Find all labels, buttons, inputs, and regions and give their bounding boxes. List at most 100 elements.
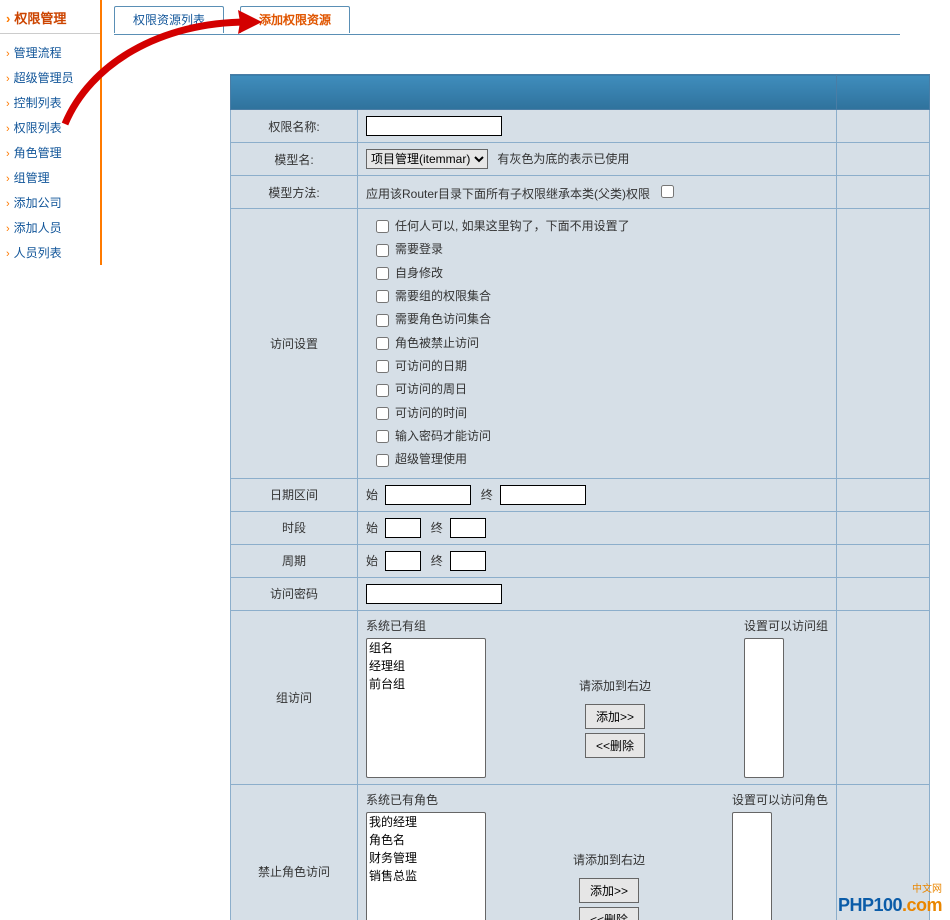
access-option-checkbox[interactable]: [376, 337, 389, 350]
cycle-start-input[interactable]: [385, 551, 421, 571]
access-option: 可访问的周日: [372, 378, 828, 401]
sidebar-item-process[interactable]: ›管理流程: [6, 40, 100, 65]
label-model-name: 模型名:: [274, 153, 313, 167]
group-selected-listbox[interactable]: [744, 638, 784, 778]
sidebar-link[interactable]: 添加公司: [14, 196, 62, 210]
chevron-right-icon: ›: [6, 198, 10, 210]
tab-add-resource[interactable]: 添加权限资源: [240, 6, 350, 33]
date-end-input[interactable]: [500, 485, 586, 505]
sidebar-link[interactable]: 控制列表: [14, 96, 62, 110]
access-option-label: 超级管理使用: [395, 452, 467, 466]
sidebar-item-superadmin[interactable]: ›超级管理员: [6, 65, 100, 90]
access-option-checkbox[interactable]: [376, 407, 389, 420]
model-method-checkbox[interactable]: [661, 185, 674, 198]
role-hint: 请添加到右边: [502, 851, 716, 868]
cycle-end-input[interactable]: [450, 551, 486, 571]
group-right-title: 设置可以访问组: [744, 617, 828, 634]
sidebar-link[interactable]: 权限列表: [14, 121, 62, 135]
date-start-input[interactable]: [385, 485, 471, 505]
sidebar-item-control-list[interactable]: › 控制列表: [6, 90, 100, 115]
form-header-row: [231, 75, 930, 110]
sidebar-title: 权限管理: [14, 11, 66, 26]
row-cycle: 周期 始 终: [231, 544, 930, 577]
list-option[interactable]: 角色名: [367, 831, 485, 849]
chevron-right-icon: ›: [6, 123, 10, 135]
model-method-text: 应用该Router目录下面所有子权限继承本类(父类)权限: [366, 187, 650, 201]
time-end-label: 终: [431, 521, 443, 535]
access-password-input[interactable]: [366, 584, 502, 604]
access-option-checkbox[interactable]: [376, 290, 389, 303]
role-available-listbox[interactable]: 我的经理角色名财务管理销售总监: [366, 812, 486, 920]
access-option-checkbox[interactable]: [376, 454, 389, 467]
group-available-listbox[interactable]: 组名经理组前台组: [366, 638, 486, 778]
access-option-checkbox[interactable]: [376, 430, 389, 443]
row-access-password: 访问密码: [231, 577, 930, 610]
sidebar-item-add-company[interactable]: › 添加公司: [6, 190, 100, 215]
model-name-select[interactable]: 项目管理(itemmar): [366, 149, 488, 169]
list-option[interactable]: 财务管理: [367, 849, 485, 867]
sidebar-item-role-manage[interactable]: › 角色管理: [6, 140, 100, 165]
list-option[interactable]: 组名: [367, 639, 485, 657]
access-option-label: 输入密码才能访问: [395, 429, 491, 443]
sidebar-link[interactable]: 管理流程: [14, 46, 62, 60]
access-option-checkbox[interactable]: [376, 244, 389, 257]
access-option-label: 自身修改: [395, 266, 443, 280]
row-role-block: 禁止角色访问 系统已有角色 我的经理角色名财务管理销售总监 请添加到右边 添加>…: [231, 784, 930, 920]
tab-bar: 权限资源列表 添加权限资源: [114, 6, 900, 35]
chevron-right-icon: ›: [6, 98, 10, 110]
permission-name-input[interactable]: [366, 116, 502, 136]
list-option[interactable]: 销售总监: [367, 867, 485, 885]
permission-form: 权限名称: 模型名: 项目管理(itemmar) 有灰色为底的表示已使用: [230, 74, 930, 920]
sidebar-link[interactable]: 超级管理员: [14, 71, 74, 85]
label-cycle: 周期: [282, 554, 306, 568]
site-logo: 中文网 PHP100.com: [838, 880, 942, 916]
role-remove-button[interactable]: <<删除: [579, 907, 639, 920]
chevron-right-icon: ›: [6, 11, 10, 26]
access-option: 需要组的权限集合: [372, 285, 828, 308]
chevron-right-icon: ›: [6, 148, 10, 160]
access-option-label: 可访问的时间: [395, 406, 467, 420]
group-remove-button[interactable]: <<删除: [585, 733, 645, 758]
access-option: 可访问的日期: [372, 355, 828, 378]
access-option: 任何人可以, 如果这里钩了，下面不用设置了: [372, 215, 828, 238]
access-option-checkbox[interactable]: [376, 360, 389, 373]
role-selected-listbox[interactable]: [732, 812, 772, 920]
time-end-input[interactable]: [450, 518, 486, 538]
label-access-password: 访问密码: [270, 587, 318, 601]
group-add-button[interactable]: 添加>>: [585, 704, 645, 729]
sidebar-item-permission-list[interactable]: › 权限列表: [6, 115, 100, 140]
sidebar-header: › 权限管理: [0, 0, 100, 34]
row-access-settings: 访问设置 任何人可以, 如果这里钩了，下面不用设置了需要登录自身修改需要组的权限…: [231, 209, 930, 479]
label-group-access: 组访问: [276, 691, 312, 705]
access-option: 自身修改: [372, 262, 828, 285]
model-name-hint: 有灰色为底的表示已使用: [497, 152, 629, 166]
sidebar-link[interactable]: 人员列表: [14, 246, 62, 260]
role-add-button[interactable]: 添加>>: [579, 878, 639, 903]
date-end-label: 终: [481, 488, 493, 502]
sidebar-item-group-manage[interactable]: ›组管理: [6, 165, 100, 190]
access-option-checkbox[interactable]: [376, 384, 389, 397]
time-start-input[interactable]: [385, 518, 421, 538]
label-role-block: 禁止角色访问: [258, 865, 330, 879]
sidebar-link[interactable]: 组管理: [14, 171, 50, 185]
sidebar-nav: ›权限管理 ›管理流程 ›超级管理员 ›控制列表 ›权限列表 ›角色管理 ›组管…: [0, 0, 102, 265]
logo-zh: 中文网: [838, 880, 942, 895]
logo-main: PHP100: [838, 895, 902, 915]
sidebar-item-add-person[interactable]: ›添加人员: [6, 215, 100, 240]
list-option[interactable]: 前台组: [367, 675, 485, 693]
sidebar-item-person-list[interactable]: ›人员列表: [6, 240, 100, 265]
list-option[interactable]: 经理组: [367, 657, 485, 675]
access-option-checkbox[interactable]: [376, 314, 389, 327]
sidebar-link[interactable]: 角色管理: [14, 146, 62, 160]
access-option-checkbox[interactable]: [376, 220, 389, 233]
row-model-name: 模型名: 项目管理(itemmar) 有灰色为底的表示已使用: [231, 143, 930, 176]
row-time-range: 时段 始 终: [231, 511, 930, 544]
row-model-method: 模型方法: 应用该Router目录下面所有子权限继承本类(父类)权限: [231, 176, 930, 209]
list-option[interactable]: 我的经理: [367, 813, 485, 831]
role-left-title: 系统已有角色: [366, 791, 486, 808]
tab-resource-list[interactable]: 权限资源列表: [114, 6, 224, 33]
cycle-end-label: 终: [431, 554, 443, 568]
sidebar-link[interactable]: 添加人员: [14, 221, 62, 235]
row-permission-name: 权限名称:: [231, 110, 930, 143]
access-option-checkbox[interactable]: [376, 267, 389, 280]
